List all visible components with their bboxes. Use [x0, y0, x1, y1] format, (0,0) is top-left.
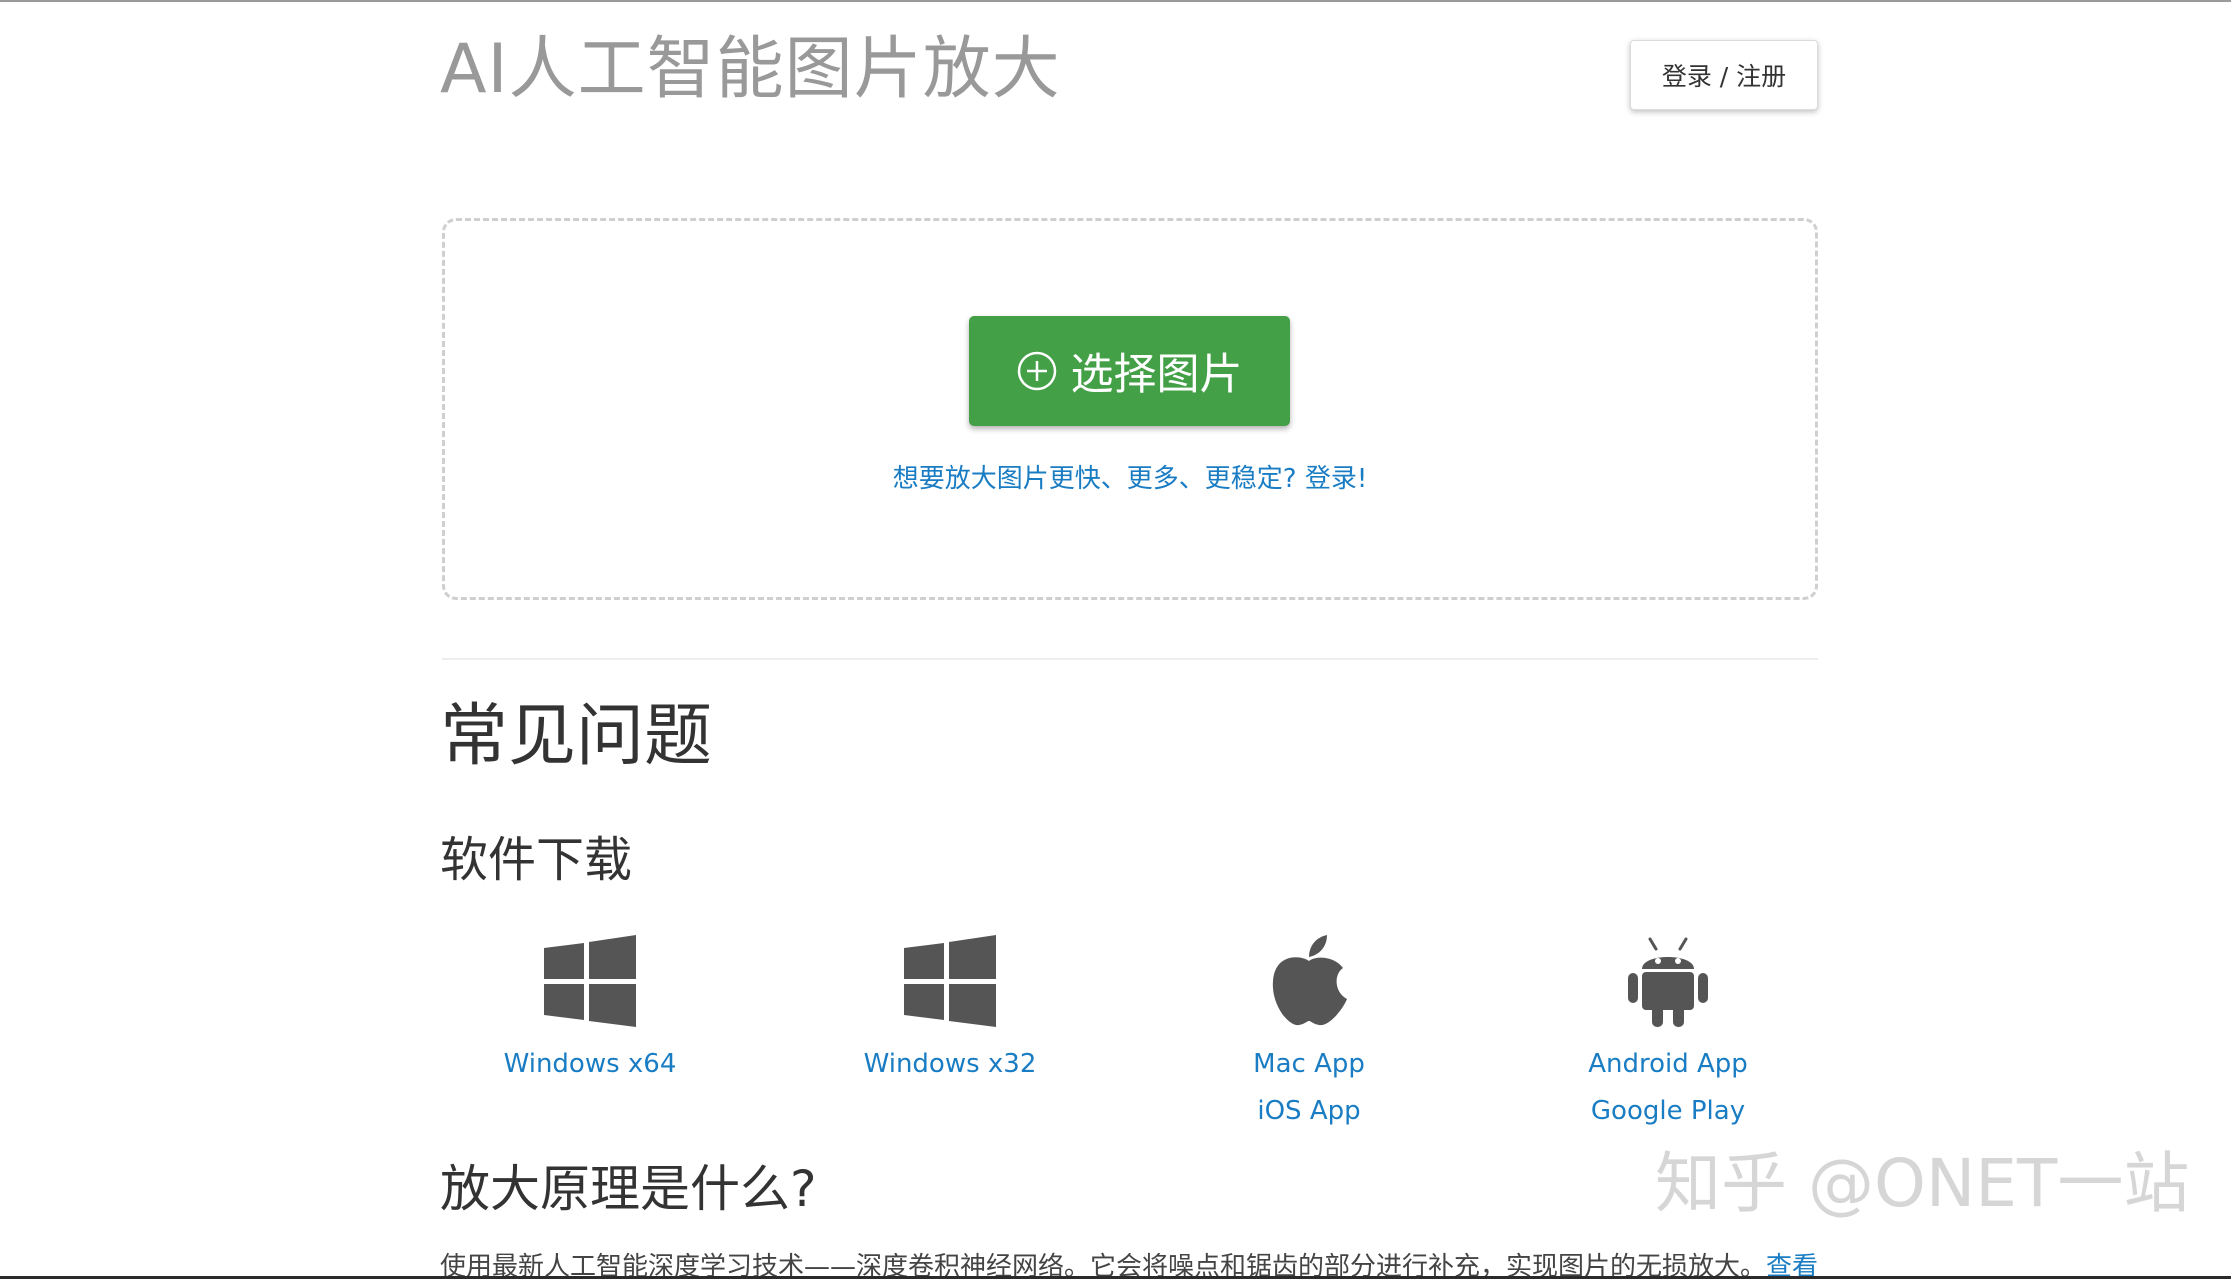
apple-icon — [1272, 935, 1347, 1026]
download-item-android: Android App Google Play — [1508, 935, 1828, 1135]
windows-icon — [904, 935, 996, 1027]
select-image-button[interactable]: 选择图片 — [969, 316, 1290, 426]
section-divider — [442, 658, 1818, 660]
login-promo-link[interactable]: 想要放大图片更快、更多、更稳定? 登录! — [442, 458, 1818, 495]
site-title: AI人工智能图片放大 — [440, 30, 1061, 109]
download-link-android-app[interactable]: Android App — [1508, 1041, 1828, 1088]
select-image-label: 选择图片 — [1070, 350, 1243, 400]
download-link-windows-x64[interactable]: Windows x64 — [430, 1041, 750, 1088]
zhihu-watermark: 知乎 @ONET一站 — [1655, 1145, 2190, 1222]
download-item-apple: Mac App iOS App — [1149, 935, 1469, 1135]
download-link-google-play[interactable]: Google Play — [1508, 1088, 1828, 1135]
faq-heading: 常见问题 — [440, 697, 713, 776]
software-download-heading: 软件下载 — [440, 832, 633, 888]
download-item-windows-x64: Windows x64 — [430, 935, 750, 1088]
plus-circle-icon — [1017, 351, 1056, 391]
principle-heading: 放大原理是什么? — [440, 1160, 817, 1218]
top-border — [0, 0, 2231, 2]
download-link-ios-app[interactable]: iOS App — [1149, 1088, 1469, 1135]
download-link-mac-app[interactable]: Mac App — [1149, 1041, 1469, 1088]
android-icon — [1628, 937, 1708, 1027]
download-link-windows-x32[interactable]: Windows x32 — [790, 1041, 1110, 1088]
login-register-button[interactable]: 登录 / 注册 — [1630, 40, 1818, 110]
download-item-windows-x32: Windows x32 — [790, 935, 1110, 1088]
windows-icon — [544, 935, 636, 1027]
